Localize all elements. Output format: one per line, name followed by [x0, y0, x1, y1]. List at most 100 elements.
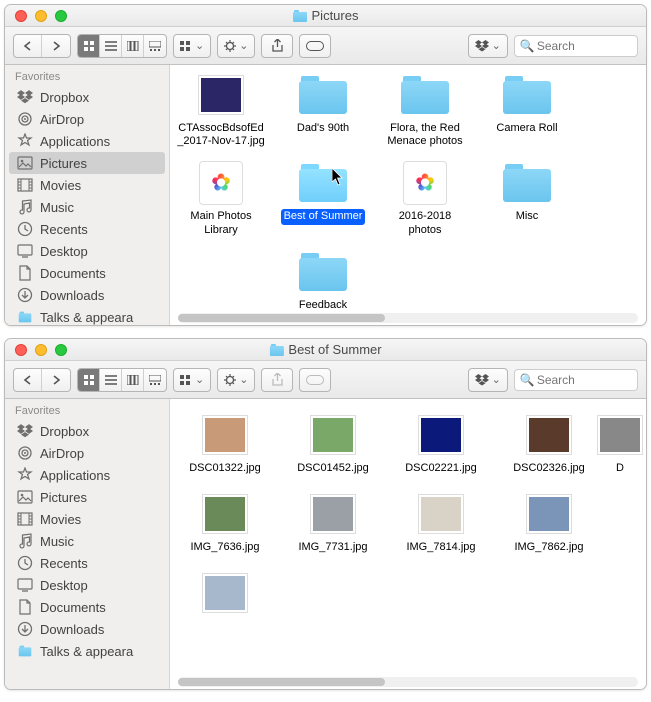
file-item[interactable]: [178, 571, 272, 619]
sidebar-icon: [17, 133, 33, 149]
content-area[interactable]: CTAssocBdsofEd_2017-Nov-17.jpgDad's 90th…: [170, 65, 646, 325]
minimize-button[interactable]: [35, 10, 47, 22]
sidebar-item-movies[interactable]: Movies: [5, 508, 169, 530]
sidebar-item-label: Dropbox: [40, 424, 89, 439]
column-view-button[interactable]: [122, 35, 144, 57]
sidebar-icon: [17, 445, 33, 461]
sidebar-item-recents[interactable]: Recents: [5, 218, 169, 240]
file-item[interactable]: Dad's 90th: [276, 73, 370, 149]
sidebar-icon: [17, 265, 33, 281]
sidebar-item-music[interactable]: Music: [5, 530, 169, 552]
sidebar-item-documents[interactable]: Documents: [5, 596, 169, 618]
action-button[interactable]: ⌄: [217, 368, 255, 392]
minimize-button[interactable]: [35, 344, 47, 356]
sidebar-item-music[interactable]: Music: [5, 196, 169, 218]
gallery-view-button[interactable]: [144, 35, 166, 57]
file-item-label: DSC02221.jpg: [402, 461, 480, 476]
forward-button[interactable]: [42, 369, 70, 391]
sidebar-item-recents[interactable]: Recents: [5, 552, 169, 574]
file-item[interactable]: Misc: [480, 161, 574, 237]
file-item-label: Camera Roll: [493, 121, 560, 136]
image-thumbnail: [594, 413, 646, 457]
search-field[interactable]: 🔍: [514, 35, 638, 57]
file-item-label: 2016-2018 photos: [378, 209, 472, 237]
sidebar-item-applications[interactable]: Applications: [5, 130, 169, 152]
sidebar-item-label: Documents: [40, 600, 106, 615]
file-item-label: Misc: [513, 209, 542, 224]
group-by-button[interactable]: ⌄: [173, 368, 211, 392]
file-item[interactable]: D: [610, 413, 630, 476]
share-button[interactable]: [261, 368, 293, 392]
zoom-button[interactable]: [55, 10, 67, 22]
scrollbar-horizontal[interactable]: [178, 313, 638, 323]
sidebar-item-pictures[interactable]: Pictures: [5, 486, 169, 508]
back-button[interactable]: [14, 35, 42, 57]
file-item[interactable]: DSC02326.jpg: [502, 413, 596, 476]
file-item[interactable]: IMG_7731.jpg: [286, 492, 380, 555]
sidebar-item-talks-appeara[interactable]: Talks & appeara: [5, 306, 169, 325]
list-view-button[interactable]: [100, 35, 122, 57]
close-button[interactable]: [15, 344, 27, 356]
close-button[interactable]: [15, 10, 27, 22]
file-item[interactable]: 2016-2018 photos: [378, 161, 472, 237]
sidebar-item-downloads[interactable]: Downloads: [5, 618, 169, 640]
sidebar-item-dropbox[interactable]: Dropbox: [5, 420, 169, 442]
tags-button[interactable]: [299, 368, 331, 392]
zoom-button[interactable]: [55, 344, 67, 356]
file-item[interactable]: IMG_7636.jpg: [178, 492, 272, 555]
file-item[interactable]: CTAssocBdsofEd_2017-Nov-17.jpg: [174, 73, 268, 149]
file-item[interactable]: Camera Roll: [480, 73, 574, 149]
sidebar-item-documents[interactable]: Documents: [5, 262, 169, 284]
sidebar-item-label: AirDrop: [40, 112, 84, 127]
file-item[interactable]: Flora, the Red Menace photos: [378, 73, 472, 149]
forward-button[interactable]: [42, 35, 70, 57]
action-button[interactable]: ⌄: [217, 34, 255, 58]
sidebar-icon: [17, 287, 33, 303]
icon-view-button[interactable]: [78, 35, 100, 57]
file-item[interactable]: Main Photos Library: [174, 161, 268, 237]
tags-button[interactable]: [299, 34, 331, 58]
back-button[interactable]: [14, 369, 42, 391]
sidebar-item-airdrop[interactable]: AirDrop: [5, 108, 169, 130]
photos-library-icon: [399, 161, 451, 205]
gallery-view-button[interactable]: [144, 369, 166, 391]
file-item[interactable]: IMG_7862.jpg: [502, 492, 596, 555]
list-view-button[interactable]: [100, 369, 122, 391]
sidebar-item-movies[interactable]: Movies: [5, 174, 169, 196]
sidebar-item-dropbox[interactable]: Dropbox: [5, 86, 169, 108]
column-view-button[interactable]: [122, 369, 144, 391]
titlebar[interactable]: Best of Summer: [5, 339, 646, 361]
file-item-label: IMG_7814.jpg: [403, 540, 478, 555]
file-item-label: IMG_7731.jpg: [295, 540, 370, 555]
sidebar-item-label: AirDrop: [40, 446, 84, 461]
file-item-label: DSC02326.jpg: [510, 461, 588, 476]
sidebar-item-pictures[interactable]: Pictures: [9, 152, 165, 174]
file-item[interactable]: DSC02221.jpg: [394, 413, 488, 476]
content-area[interactable]: DSC01322.jpgDSC01452.jpg DSC02221.jpg DSC0…: [170, 399, 646, 689]
sidebar-icon: [17, 621, 33, 637]
sidebar-item-desktop[interactable]: Desktop: [5, 240, 169, 262]
file-item[interactable]: Best of Summer: [276, 161, 370, 237]
dropbox-button[interactable]: ⌄: [468, 368, 508, 392]
sidebar-item-label: Downloads: [40, 288, 104, 303]
sidebar-item-downloads[interactable]: Downloads: [5, 284, 169, 306]
sidebar-header: Favorites: [5, 399, 169, 420]
sidebar-item-desktop[interactable]: Desktop: [5, 574, 169, 596]
file-item[interactable]: DSC01322.jpg: [178, 413, 272, 476]
search-field[interactable]: 🔍: [514, 369, 638, 391]
file-item[interactable]: IMG_7814.jpg: [394, 492, 488, 555]
sidebar-item-airdrop[interactable]: AirDrop: [5, 442, 169, 464]
dropbox-button[interactable]: ⌄: [468, 34, 508, 58]
share-button[interactable]: [261, 34, 293, 58]
scrollbar-horizontal[interactable]: [178, 677, 638, 687]
file-item[interactable]: DSC01452.jpg: [286, 413, 380, 476]
image-thumbnail: [523, 413, 575, 457]
titlebar[interactable]: Pictures: [5, 5, 646, 27]
sidebar-item-applications[interactable]: Applications: [5, 464, 169, 486]
file-item[interactable]: Feedback: [276, 250, 370, 313]
file-item-label: Main Photos Library: [174, 209, 268, 237]
group-by-button[interactable]: ⌄: [173, 34, 211, 58]
icon-view-button[interactable]: [78, 369, 100, 391]
sidebar-item-talks-appeara[interactable]: Talks & appeara: [5, 640, 169, 662]
sidebar-icon: [17, 643, 33, 659]
